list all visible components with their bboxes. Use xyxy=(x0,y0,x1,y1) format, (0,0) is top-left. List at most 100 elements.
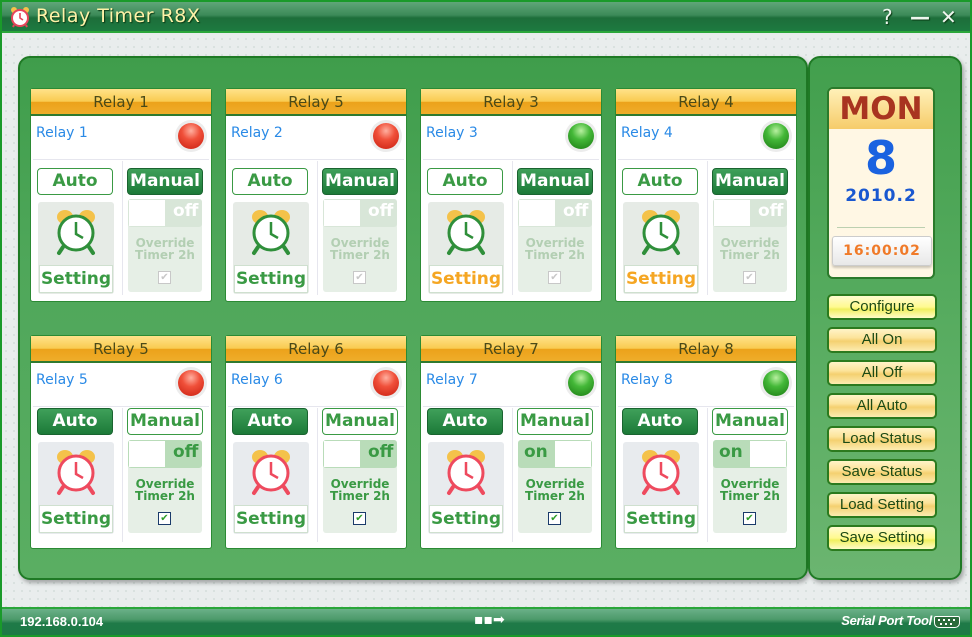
setting-button[interactable]: Setting xyxy=(39,265,113,293)
override-checkbox[interactable]: ✔ xyxy=(548,271,561,284)
app-window: Relay Timer R8X ? — ✕ Relay 1 Relay 1 Au… xyxy=(0,0,972,637)
auto-button[interactable]: Auto xyxy=(37,168,113,195)
all-off-button[interactable]: All Off xyxy=(827,360,937,386)
auto-button[interactable]: Auto xyxy=(427,408,503,435)
override-checkbox[interactable]: ✔ xyxy=(158,512,171,525)
minimize-button[interactable]: — xyxy=(910,5,930,29)
all-auto-button[interactable]: All Auto xyxy=(827,393,937,419)
load-setting-button[interactable]: Load Setting xyxy=(827,492,937,518)
control-panel: MON 8 2010.2 16:00:02 Configure All On All… xyxy=(808,56,962,580)
relay-header: Relay 5 xyxy=(226,89,406,116)
divider xyxy=(618,406,794,407)
override-checkbox[interactable]: ✔ xyxy=(743,512,756,525)
manual-button[interactable]: Manual xyxy=(322,168,398,195)
relay-panel: Relay 1 Relay 1 Auto Manual Setting off … xyxy=(18,56,808,580)
year-month: 2010.2 xyxy=(845,186,917,206)
relay-card: Relay 5 Relay 2 Auto Manual Setting off … xyxy=(225,88,407,302)
override-checkbox[interactable]: ✔ xyxy=(548,512,561,525)
divider xyxy=(512,408,513,542)
on-off-toggle[interactable]: off xyxy=(518,199,592,227)
alarm-clock-icon xyxy=(642,210,680,255)
on-off-toggle[interactable]: on xyxy=(518,440,592,468)
day-of-week: MON xyxy=(829,89,933,129)
override-checkbox[interactable]: ✔ xyxy=(158,271,171,284)
toggle-label: off xyxy=(173,201,199,221)
status-led-icon xyxy=(568,370,594,396)
schedule-box: Setting xyxy=(38,202,114,294)
divider xyxy=(512,161,513,295)
auto-button[interactable]: Auto xyxy=(232,408,308,435)
on-off-toggle[interactable]: off xyxy=(128,199,202,227)
toggle-knob[interactable] xyxy=(324,441,360,467)
save-status-button[interactable]: Save Status xyxy=(827,459,937,485)
override-checkbox[interactable]: ✔ xyxy=(353,512,366,525)
help-button[interactable]: ? xyxy=(882,5,893,29)
load-status-button[interactable]: Load Status xyxy=(827,426,937,452)
divider xyxy=(228,406,404,407)
setting-button[interactable]: Setting xyxy=(234,265,308,293)
auto-button[interactable]: Auto xyxy=(622,168,698,195)
toggle-knob[interactable] xyxy=(129,441,165,467)
manual-button[interactable]: Manual xyxy=(517,408,593,435)
toggle-label: off xyxy=(758,201,784,221)
relay-card: Relay 1 Relay 1 Auto Manual Setting off … xyxy=(30,88,212,302)
schedule-box: Setting xyxy=(623,202,699,294)
divider xyxy=(423,406,599,407)
relay-name: Relay 8 xyxy=(621,372,673,388)
override-label: Override Timer 2h xyxy=(330,477,390,503)
close-button[interactable]: ✕ xyxy=(940,5,957,29)
manual-button[interactable]: Manual xyxy=(712,408,788,435)
auto-button[interactable]: Auto xyxy=(37,408,113,435)
toggle-knob[interactable] xyxy=(555,441,591,467)
schedule-box: Setting xyxy=(38,442,114,534)
divider xyxy=(228,159,404,160)
title-bar[interactable]: Relay Timer R8X ? — ✕ xyxy=(2,2,970,33)
serial-port-icon xyxy=(934,616,960,628)
schedule-box: Setting xyxy=(428,442,504,534)
toggle-knob[interactable] xyxy=(750,441,786,467)
relay-name: Relay 5 xyxy=(36,372,88,388)
on-off-toggle[interactable]: on xyxy=(713,440,787,468)
relay-card: Relay 6 Relay 6 Auto Manual Setting off … xyxy=(225,335,407,549)
connect-arrow-icon[interactable]: ▪▪➡ xyxy=(474,612,505,628)
manual-control-box: on Override Timer 2h ✔ xyxy=(518,440,592,533)
date-divider xyxy=(837,227,925,228)
save-setting-button[interactable]: Save Setting xyxy=(827,525,937,551)
relay-header: Relay 8 xyxy=(616,336,796,363)
setting-button[interactable]: Setting xyxy=(234,505,308,533)
setting-button[interactable]: Setting xyxy=(39,505,113,533)
override-checkbox[interactable]: ✔ xyxy=(353,271,366,284)
manual-button[interactable]: Manual xyxy=(517,168,593,195)
on-off-toggle[interactable]: off xyxy=(323,440,397,468)
setting-button[interactable]: Setting xyxy=(429,265,503,293)
override-checkbox[interactable]: ✔ xyxy=(743,271,756,284)
override-label: Override Timer 2h xyxy=(135,236,195,262)
relay-name: Relay 6 xyxy=(231,372,283,388)
setting-button[interactable]: Setting xyxy=(624,265,698,293)
auto-button[interactable]: Auto xyxy=(427,168,503,195)
manual-button[interactable]: Manual xyxy=(127,408,203,435)
setting-button[interactable]: Setting xyxy=(429,505,503,533)
setting-button[interactable]: Setting xyxy=(624,505,698,533)
divider xyxy=(707,408,708,542)
override-label: Override Timer 2h xyxy=(135,477,195,503)
day-number: 8 xyxy=(864,131,897,185)
manual-button[interactable]: Manual xyxy=(127,168,203,195)
toggle-knob[interactable] xyxy=(129,200,165,226)
all-on-button[interactable]: All On xyxy=(827,327,937,353)
on-off-toggle[interactable]: off xyxy=(713,199,787,227)
toggle-knob[interactable] xyxy=(324,200,360,226)
relay-card: Relay 3 Relay 3 Auto Manual Setting off … xyxy=(420,88,602,302)
toggle-knob[interactable] xyxy=(714,200,750,226)
alarm-clock-icon xyxy=(447,450,485,495)
configure-button[interactable]: Configure xyxy=(827,294,937,320)
manual-button[interactable]: Manual xyxy=(322,408,398,435)
on-off-toggle[interactable]: off xyxy=(323,199,397,227)
relay-card: Relay 7 Relay 7 Auto Manual Setting on O… xyxy=(420,335,602,549)
auto-button[interactable]: Auto xyxy=(622,408,698,435)
relay-header: Relay 6 xyxy=(226,336,406,363)
auto-button[interactable]: Auto xyxy=(232,168,308,195)
on-off-toggle[interactable]: off xyxy=(128,440,202,468)
toggle-knob[interactable] xyxy=(519,200,555,226)
manual-button[interactable]: Manual xyxy=(712,168,788,195)
